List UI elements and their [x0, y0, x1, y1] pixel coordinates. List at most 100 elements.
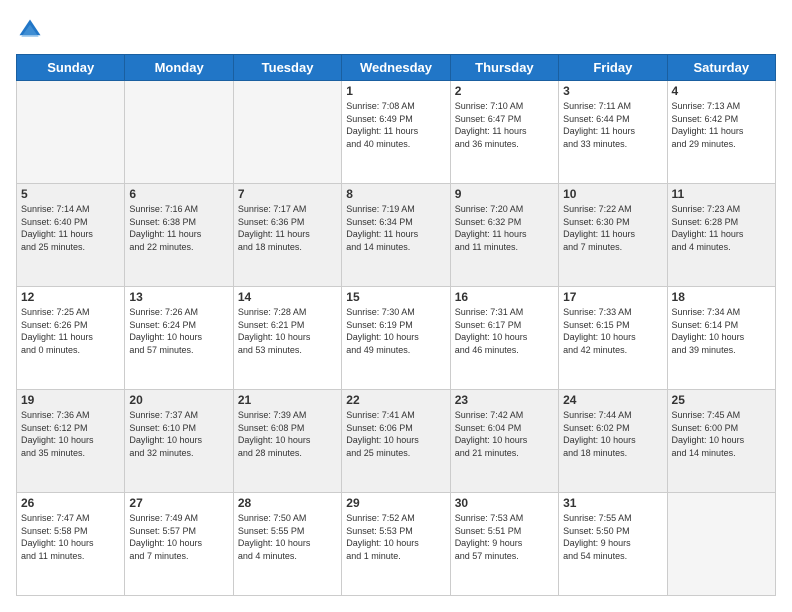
calendar-cell: 3 Sunrise: 7:11 AM Sunset: 6:44 PM Daylig…: [559, 81, 667, 184]
day-info: Sunrise: 7:50 AM Sunset: 5:55 PM Dayligh…: [238, 512, 337, 562]
weekday-header: Sunday: [17, 55, 125, 81]
day-number: 10: [563, 187, 662, 201]
day-info: Sunrise: 7:45 AM Sunset: 6:00 PM Dayligh…: [672, 409, 771, 459]
day-number: 14: [238, 290, 337, 304]
day-info: Sunrise: 7:34 AM Sunset: 6:14 PM Dayligh…: [672, 306, 771, 356]
day-number: 13: [129, 290, 228, 304]
day-info: Sunrise: 7:26 AM Sunset: 6:24 PM Dayligh…: [129, 306, 228, 356]
day-info: Sunrise: 7:28 AM Sunset: 6:21 PM Dayligh…: [238, 306, 337, 356]
day-info: Sunrise: 7:14 AM Sunset: 6:40 PM Dayligh…: [21, 203, 120, 253]
weekday-header: Friday: [559, 55, 667, 81]
calendar-cell: 6 Sunrise: 7:16 AM Sunset: 6:38 PM Daylig…: [125, 184, 233, 287]
calendar-cell: 27 Sunrise: 7:49 AM Sunset: 5:57 PM Dayli…: [125, 493, 233, 596]
day-number: 6: [129, 187, 228, 201]
calendar-cell: 24 Sunrise: 7:44 AM Sunset: 6:02 PM Dayli…: [559, 390, 667, 493]
weekday-header: Thursday: [450, 55, 558, 81]
calendar-cell: 1 Sunrise: 7:08 AM Sunset: 6:49 PM Daylig…: [342, 81, 450, 184]
day-info: Sunrise: 7:52 AM Sunset: 5:53 PM Dayligh…: [346, 512, 445, 562]
day-number: 3: [563, 84, 662, 98]
day-number: 27: [129, 496, 228, 510]
calendar-cell: 26 Sunrise: 7:47 AM Sunset: 5:58 PM Dayli…: [17, 493, 125, 596]
day-number: 21: [238, 393, 337, 407]
day-info: Sunrise: 7:53 AM Sunset: 5:51 PM Dayligh…: [455, 512, 554, 562]
page: SundayMondayTuesdayWednesdayThursdayFrid…: [0, 0, 792, 612]
calendar-cell: 25Sunrise: 7:45 AM Sunset: 6:00 PM Dayli…: [667, 390, 775, 493]
day-number: 24: [563, 393, 662, 407]
day-info: Sunrise: 7:41 AM Sunset: 6:06 PM Dayligh…: [346, 409, 445, 459]
day-info: Sunrise: 7:33 AM Sunset: 6:15 PM Dayligh…: [563, 306, 662, 356]
calendar-cell: 21 Sunrise: 7:39 AM Sunset: 6:08 PM Dayli…: [233, 390, 341, 493]
day-number: 31: [563, 496, 662, 510]
day-number: 23: [455, 393, 554, 407]
day-number: 19: [21, 393, 120, 407]
day-info: Sunrise: 7:19 AM Sunset: 6:34 PM Dayligh…: [346, 203, 445, 253]
calendar-cell: 11Sunrise: 7:23 AM Sunset: 6:28 PM Dayli…: [667, 184, 775, 287]
day-number: 20: [129, 393, 228, 407]
logo-icon: [16, 16, 44, 44]
day-number: 17: [563, 290, 662, 304]
calendar-cell: 22 Sunrise: 7:41 AM Sunset: 6:06 PM Dayli…: [342, 390, 450, 493]
day-info: Sunrise: 7:37 AM Sunset: 6:10 PM Dayligh…: [129, 409, 228, 459]
day-info: Sunrise: 7:31 AM Sunset: 6:17 PM Dayligh…: [455, 306, 554, 356]
calendar-table: SundayMondayTuesdayWednesdayThursdayFrid…: [16, 54, 776, 596]
calendar-cell: 9 Sunrise: 7:20 AM Sunset: 6:32 PM Daylig…: [450, 184, 558, 287]
day-info: Sunrise: 7:20 AM Sunset: 6:32 PM Dayligh…: [455, 203, 554, 253]
calendar-cell: 16 Sunrise: 7:31 AM Sunset: 6:17 PM Dayli…: [450, 287, 558, 390]
calendar-cell: 8 Sunrise: 7:19 AM Sunset: 6:34 PM Daylig…: [342, 184, 450, 287]
logo: [16, 16, 48, 44]
day-info: Sunrise: 7:36 AM Sunset: 6:12 PM Dayligh…: [21, 409, 120, 459]
calendar-cell: 23 Sunrise: 7:42 AM Sunset: 6:04 PM Dayli…: [450, 390, 558, 493]
calendar-cell: 15 Sunrise: 7:30 AM Sunset: 6:19 PM Dayli…: [342, 287, 450, 390]
day-info: Sunrise: 7:39 AM Sunset: 6:08 PM Dayligh…: [238, 409, 337, 459]
day-number: 4: [672, 84, 771, 98]
day-info: Sunrise: 7:55 AM Sunset: 5:50 PM Dayligh…: [563, 512, 662, 562]
day-info: Sunrise: 7:47 AM Sunset: 5:58 PM Dayligh…: [21, 512, 120, 562]
day-number: 7: [238, 187, 337, 201]
calendar-cell: 4Sunrise: 7:13 AM Sunset: 6:42 PM Daylig…: [667, 81, 775, 184]
day-number: 2: [455, 84, 554, 98]
day-number: 15: [346, 290, 445, 304]
day-number: 28: [238, 496, 337, 510]
calendar-cell: [667, 493, 775, 596]
day-number: 5: [21, 187, 120, 201]
weekday-header: Wednesday: [342, 55, 450, 81]
weekday-header: Monday: [125, 55, 233, 81]
day-number: 8: [346, 187, 445, 201]
day-info: Sunrise: 7:25 AM Sunset: 6:26 PM Dayligh…: [21, 306, 120, 356]
day-number: 9: [455, 187, 554, 201]
day-info: Sunrise: 7:17 AM Sunset: 6:36 PM Dayligh…: [238, 203, 337, 253]
header: [16, 16, 776, 44]
calendar-cell: 10 Sunrise: 7:22 AM Sunset: 6:30 PM Dayli…: [559, 184, 667, 287]
day-info: Sunrise: 7:11 AM Sunset: 6:44 PM Dayligh…: [563, 100, 662, 150]
day-info: Sunrise: 7:49 AM Sunset: 5:57 PM Dayligh…: [129, 512, 228, 562]
day-info: Sunrise: 7:42 AM Sunset: 6:04 PM Dayligh…: [455, 409, 554, 459]
calendar-cell: 20 Sunrise: 7:37 AM Sunset: 6:10 PM Dayli…: [125, 390, 233, 493]
day-info: Sunrise: 7:22 AM Sunset: 6:30 PM Dayligh…: [563, 203, 662, 253]
day-number: 12: [21, 290, 120, 304]
day-info: Sunrise: 7:30 AM Sunset: 6:19 PM Dayligh…: [346, 306, 445, 356]
calendar-cell: [17, 81, 125, 184]
day-number: 1: [346, 84, 445, 98]
weekday-header: Tuesday: [233, 55, 341, 81]
day-number: 26: [21, 496, 120, 510]
day-number: 22: [346, 393, 445, 407]
calendar-cell: 14 Sunrise: 7:28 AM Sunset: 6:21 PM Dayli…: [233, 287, 341, 390]
day-info: Sunrise: 7:44 AM Sunset: 6:02 PM Dayligh…: [563, 409, 662, 459]
day-number: 11: [672, 187, 771, 201]
day-info: Sunrise: 7:08 AM Sunset: 6:49 PM Dayligh…: [346, 100, 445, 150]
day-number: 16: [455, 290, 554, 304]
calendar-cell: 13 Sunrise: 7:26 AM Sunset: 6:24 PM Dayli…: [125, 287, 233, 390]
calendar-cell: [125, 81, 233, 184]
calendar-cell: 30 Sunrise: 7:53 AM Sunset: 5:51 PM Dayli…: [450, 493, 558, 596]
calendar-cell: 7 Sunrise: 7:17 AM Sunset: 6:36 PM Daylig…: [233, 184, 341, 287]
day-info: Sunrise: 7:10 AM Sunset: 6:47 PM Dayligh…: [455, 100, 554, 150]
day-number: 30: [455, 496, 554, 510]
calendar-cell: 28 Sunrise: 7:50 AM Sunset: 5:55 PM Dayli…: [233, 493, 341, 596]
calendar-cell: [233, 81, 341, 184]
day-number: 29: [346, 496, 445, 510]
calendar-cell: 29 Sunrise: 7:52 AM Sunset: 5:53 PM Dayli…: [342, 493, 450, 596]
calendar-cell: 18Sunrise: 7:34 AM Sunset: 6:14 PM Dayli…: [667, 287, 775, 390]
day-info: Sunrise: 7:16 AM Sunset: 6:38 PM Dayligh…: [129, 203, 228, 253]
calendar-cell: 19 Sunrise: 7:36 AM Sunset: 6:12 PM Dayli…: [17, 390, 125, 493]
calendar-cell: 5 Sunrise: 7:14 AM Sunset: 6:40 PM Daylig…: [17, 184, 125, 287]
